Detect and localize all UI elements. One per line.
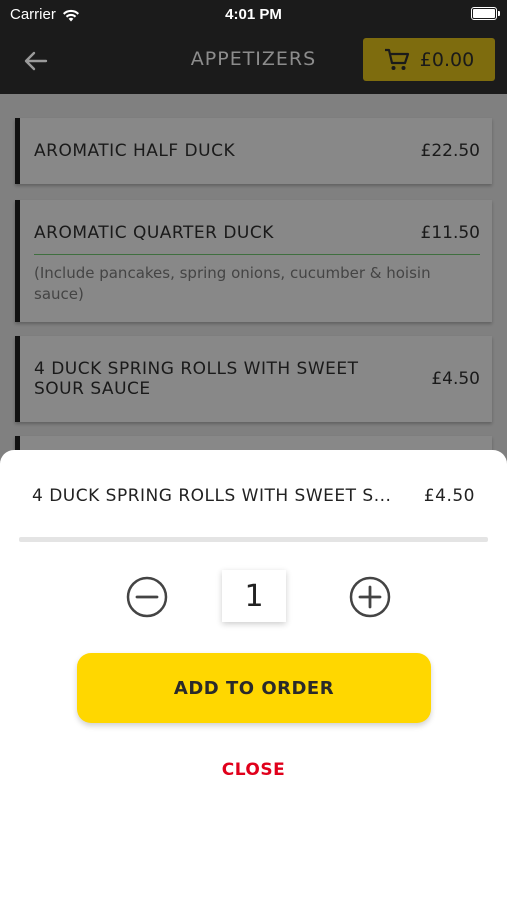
increase-quantity-button[interactable] xyxy=(349,576,391,618)
sheet-header: 4 DUCK SPRING ROLLS WITH SWEET S... £4.5… xyxy=(32,486,475,506)
cart-button[interactable]: £0.00 xyxy=(363,38,495,81)
quantity-value[interactable]: 1 xyxy=(222,570,286,622)
menu-item-name: AROMATIC HALF DUCK xyxy=(34,141,236,161)
cart-total: £0.00 xyxy=(419,48,475,71)
menu-item-card[interactable]: AROMATIC HALF DUCK £22.50 xyxy=(15,118,492,184)
menu-item-price: £22.50 xyxy=(420,141,480,161)
minus-circle-icon xyxy=(126,576,168,618)
cart-icon xyxy=(384,48,409,70)
decrease-quantity-button[interactable] xyxy=(126,576,168,618)
menu-item-card[interactable]: AROMATIC QUARTER DUCK £11.50 (Include pa… xyxy=(15,200,492,322)
menu-item-name: AROMATIC QUARTER DUCK xyxy=(34,223,274,243)
menu-item-description: (Include pancakes, spring onions, cucumb… xyxy=(34,264,431,303)
menu-item-price: £11.50 xyxy=(420,223,480,243)
menu-item-card[interactable]: 4 DUCK SPRING ROLLS WITH SWEET SOUR SAUC… xyxy=(15,336,492,422)
quantity-stepper: 1 xyxy=(0,570,507,624)
status-time: 4:01 PM xyxy=(225,6,282,23)
plus-circle-icon xyxy=(349,576,391,618)
sheet-divider xyxy=(19,537,488,542)
close-button[interactable]: CLOSE xyxy=(0,760,507,780)
menu-item-price: £4.50 xyxy=(431,369,480,389)
nav-bar: APPETIZERS £0.00 xyxy=(0,28,507,94)
sheet-item-price: £4.50 xyxy=(423,486,475,506)
sheet-item-name: 4 DUCK SPRING ROLLS WITH SWEET S... xyxy=(32,486,392,506)
add-item-sheet: 4 DUCK SPRING ROLLS WITH SWEET S... £4.5… xyxy=(0,450,507,900)
menu-item-name: 4 DUCK SPRING ROLLS WITH SWEET SOUR SAUC… xyxy=(34,359,359,399)
battery-icon xyxy=(471,7,500,20)
status-bar: Carrier 4:01 PM xyxy=(0,0,507,28)
add-to-order-button[interactable]: ADD TO ORDER xyxy=(77,653,431,723)
